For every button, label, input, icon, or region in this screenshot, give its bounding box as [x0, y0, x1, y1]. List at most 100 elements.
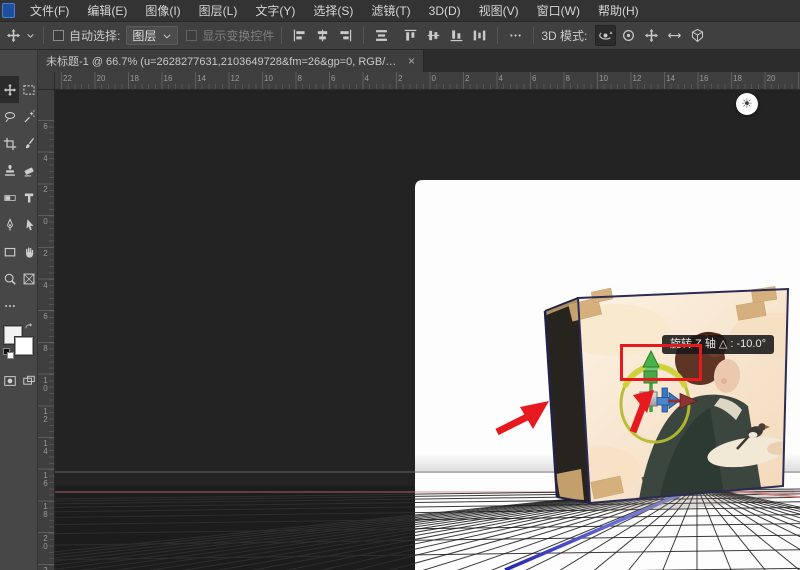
rectangular-marquee-tool-icon[interactable] — [19, 76, 38, 103]
auto-select-label: 自动选择: — [69, 27, 120, 44]
tab-bar: 未标题-1 @ 66.7% (u=2628277631,2103649728&f… — [38, 50, 800, 72]
3d-pan-camera-icon[interactable] — [641, 25, 662, 46]
menu-help[interactable]: 帮助(H) — [589, 0, 648, 22]
3d-slide-camera-icon[interactable] — [664, 25, 685, 46]
more-options-group — [505, 25, 526, 46]
ruler-label: 6 — [41, 122, 49, 130]
align-left-edges-icon[interactable] — [289, 25, 310, 46]
background-color-swatch[interactable] — [15, 337, 33, 355]
ruler-label: 22 — [41, 566, 49, 570]
show-transform-label: 显示变换控件 — [202, 27, 274, 44]
lasso-tool-icon[interactable] — [0, 103, 19, 130]
vertical-ruler[interactable]: 6420246810121416182022 — [38, 90, 55, 570]
show-transform-checkbox[interactable] — [186, 30, 197, 41]
menu-file[interactable]: 文件(F) — [21, 0, 78, 22]
menu-edit[interactable]: 编辑(E) — [78, 0, 136, 22]
horizontal-ruler[interactable]: 2220181614121086420246810121416182022 — [55, 72, 800, 90]
distribute-horizontally-icon[interactable] — [469, 25, 490, 46]
brush-tool-icon[interactable] — [19, 130, 38, 157]
3d-roll-camera-icon[interactable] — [618, 25, 639, 46]
separator — [281, 27, 282, 44]
ruler-label: 2 — [465, 74, 469, 83]
swap-colors-icon[interactable] — [24, 323, 36, 335]
path-selection-tool-icon[interactable] — [19, 211, 38, 238]
ruler-label: 12 — [41, 407, 49, 423]
menu-select[interactable]: 选择(S) — [304, 0, 362, 22]
ruler-label: 4 — [41, 281, 49, 289]
ruler-label: 6 — [532, 74, 536, 83]
ruler-label: 4 — [41, 154, 49, 162]
hand-tool-icon[interactable] — [19, 238, 38, 265]
align-top-edges-icon[interactable] — [400, 25, 421, 46]
frame-tool-icon[interactable] — [19, 265, 38, 292]
ruler-label: 0 — [432, 74, 436, 83]
align-group-2 — [400, 25, 490, 46]
document-canvas[interactable]: 旋转 Z 轴 △ : -10.0° ☀ — [55, 90, 800, 570]
ruler-label: 10 — [264, 74, 273, 83]
align-horizontal-centers-icon[interactable] — [312, 25, 333, 46]
type-tool-icon[interactable] — [19, 184, 38, 211]
ruler-label: 16 — [41, 471, 49, 487]
edit-toolbar-icon[interactable] — [0, 292, 19, 319]
menu-bar: 文件(F)编辑(E)图像(I)图层(L)文字(Y)选择(S)滤镜(T)3D(D)… — [0, 0, 800, 22]
ruler-label: 12 — [633, 74, 642, 83]
menu-filter[interactable]: 滤镜(T) — [362, 0, 419, 22]
color-swatches — [3, 325, 35, 359]
ruler-label: 10 — [599, 74, 608, 83]
eraser-tool-icon[interactable] — [19, 157, 38, 184]
ruler-label: 18 — [41, 502, 49, 518]
align-vertical-centers-icon[interactable] — [423, 25, 444, 46]
3d-light-widget[interactable]: ☀ — [736, 93, 758, 115]
align-bottom-edges-icon[interactable] — [446, 25, 467, 46]
document-tab[interactable]: 未标题-1 @ 66.7% (u=2628277631,2103649728&f… — [38, 50, 424, 72]
more-align-options-icon[interactable] — [505, 25, 526, 46]
clone-stamp-tool-icon[interactable] — [0, 157, 19, 184]
pen-tool-icon[interactable] — [0, 211, 19, 238]
move-tool-icon[interactable] — [3, 25, 24, 46]
quick-mask-mode-icon[interactable] — [0, 367, 19, 394]
options-bar: 自动选择: 图层 显示变换控件 3D 模式: — [0, 22, 800, 50]
default-colors-icon[interactable] — [3, 348, 14, 359]
auto-select-checkbox[interactable] — [53, 30, 64, 41]
ruler-label: 16 — [700, 74, 709, 83]
menu-layer[interactable]: 图层(L) — [190, 0, 247, 22]
3d-scale-camera-icon[interactable] — [687, 25, 708, 46]
move-tool-icon[interactable] — [0, 76, 19, 103]
app-icon[interactable] — [2, 3, 15, 18]
gradient-tool-icon[interactable] — [0, 184, 19, 211]
menu-window[interactable]: 窗口(W) — [528, 0, 589, 22]
ruler-label: 6 — [331, 74, 335, 83]
distribute-vertical-centers-icon[interactable] — [371, 25, 392, 46]
menu-view[interactable]: 视图(V) — [470, 0, 528, 22]
tool-column — [0, 50, 38, 570]
align-right-edges-icon[interactable] — [335, 25, 356, 46]
menu-items: 文件(F)编辑(E)图像(I)图层(L)文字(Y)选择(S)滤镜(T)3D(D)… — [21, 0, 648, 22]
ruler-label: 20 — [767, 74, 776, 83]
rotation-highlight-rect — [620, 344, 702, 381]
ruler-label: 20 — [97, 74, 106, 83]
3d-orbit-camera-icon[interactable] — [595, 25, 616, 46]
menu-type[interactable]: 文字(Y) — [246, 0, 304, 22]
ruler-label: 12 — [231, 74, 240, 83]
ruler-corner — [38, 72, 55, 90]
quick-selection-tool-icon[interactable] — [19, 103, 38, 130]
menu-image[interactable]: 图像(I) — [136, 0, 189, 22]
ruler-label: 14 — [41, 439, 49, 455]
ruler-label: 16 — [164, 74, 173, 83]
tool-preset-chevron-icon[interactable] — [24, 25, 36, 46]
auto-select-dropdown[interactable]: 图层 — [126, 26, 178, 45]
menu-3d[interactable]: 3D(D) — [420, 0, 470, 22]
zoom-tool-icon[interactable] — [0, 265, 19, 292]
ruler-label: 2 — [398, 74, 402, 83]
ruler-label: 8 — [298, 74, 302, 83]
crop-tool-icon[interactable] — [0, 130, 19, 157]
document-title: 未标题-1 @ 66.7% (u=2628277631,2103649728&f… — [46, 53, 401, 69]
screen-mode-icon[interactable] — [19, 367, 38, 394]
3d-scene[interactable] — [55, 90, 800, 570]
ruler-label: 22 — [63, 74, 72, 83]
ruler-label: 4 — [499, 74, 503, 83]
rectangle-tool-icon[interactable] — [0, 238, 19, 265]
tab-close-icon[interactable]: × — [408, 54, 415, 68]
separator — [533, 27, 534, 44]
ruler-label: 14 — [666, 74, 675, 83]
